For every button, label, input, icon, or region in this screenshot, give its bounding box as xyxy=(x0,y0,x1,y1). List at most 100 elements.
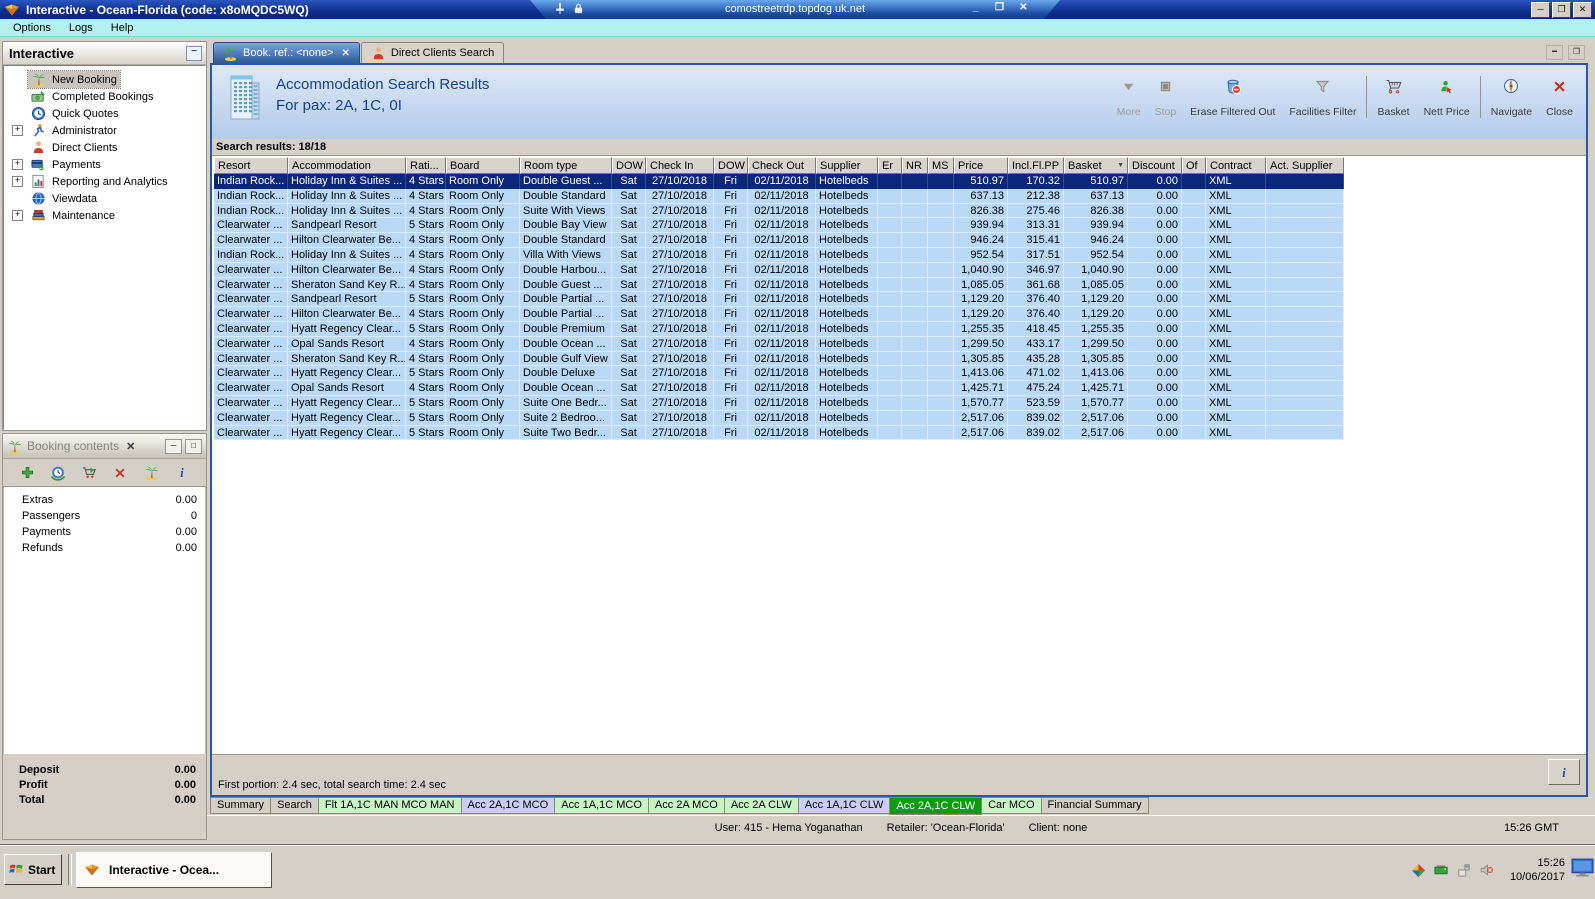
show-desktop-icon[interactable] xyxy=(1571,858,1594,877)
delete-button[interactable] xyxy=(111,464,129,482)
result-row[interactable]: Clearwater ... Hilton Clearwater Be... 4 S… xyxy=(214,262,1344,278)
close-button[interactable]: Close xyxy=(1539,73,1580,121)
sidebar-item-viewdata[interactable]: +Viewdata xyxy=(4,190,205,207)
bottom-tab-financial-summary[interactable]: Financial Summary xyxy=(1040,797,1149,814)
sidebar-collapse-button[interactable]: − xyxy=(186,45,202,61)
sidebar-item-payments[interactable]: + $ Payments xyxy=(4,156,205,173)
result-row[interactable]: Indian Rock... Holiday Inn & Suites ... 4 … xyxy=(214,174,1344,189)
navigate-button[interactable]: Navigate xyxy=(1484,73,1539,121)
column-header-of[interactable]: Of xyxy=(1182,157,1206,174)
column-header-ms[interactable]: MS xyxy=(928,157,954,174)
volume-muted-tray-icon[interactable] xyxy=(1479,863,1494,877)
tab-book-ref-none[interactable]: Book. ref.: <none> ✕ xyxy=(213,42,360,63)
sidebar-item-quick-quotes[interactable]: +Quick Quotes xyxy=(4,105,205,122)
bottom-tab-acc-2a-clw[interactable]: Acc 2A CLW xyxy=(723,797,799,814)
column-header-board[interactable]: Board xyxy=(446,157,520,174)
result-row[interactable]: Clearwater ... Hilton Clearwater Be... 4 S… xyxy=(214,307,1344,322)
tab-close-icon[interactable]: ✕ xyxy=(342,48,350,59)
bottom-tab-flt-1a-1c-man-mco-man[interactable]: Flt 1A,1C MAN MCO MAN xyxy=(317,797,462,814)
basket-button[interactable]: Basket xyxy=(1370,73,1416,121)
booking-contents-close-icon[interactable]: ✕ xyxy=(126,440,135,453)
column-header-act-supplier[interactable]: Act. Supplier xyxy=(1266,157,1344,174)
column-header-basket[interactable]: Basket ▼ xyxy=(1064,157,1128,174)
holiday-button[interactable] xyxy=(142,464,160,482)
bottom-tab-acc-2a-1c-clw[interactable]: Acc 2A,1C CLW xyxy=(889,797,983,815)
network-card-tray-icon[interactable] xyxy=(1434,864,1449,876)
column-header-discount[interactable]: Discount xyxy=(1128,157,1182,174)
result-row[interactable]: Indian Rock... Holiday Inn & Suites ... 4 … xyxy=(214,203,1344,219)
quote-button[interactable] xyxy=(49,464,67,482)
menu-item-logs[interactable]: Logs xyxy=(60,19,102,36)
column-header-contract[interactable]: Contract xyxy=(1206,157,1266,174)
window-minimize-button[interactable]: ─ xyxy=(1531,2,1550,18)
bottom-tab-acc-2a-mco[interactable]: Acc 2A MCO xyxy=(647,797,725,814)
nett-price-button[interactable]: Nett Price xyxy=(1417,73,1477,121)
expand-icon[interactable]: + xyxy=(12,176,23,187)
column-header-dow[interactable]: DOW xyxy=(612,157,646,174)
column-header-dow[interactable]: DOW xyxy=(714,157,748,174)
bottom-tab-acc-1a-1c-clw[interactable]: Acc 1A,1C CLW xyxy=(797,797,891,814)
expand-icon[interactable]: + xyxy=(12,125,23,136)
column-header-er[interactable]: Er xyxy=(878,157,902,174)
mdi-restore-button[interactable]: ❐ xyxy=(1568,45,1585,60)
sidebar-item-maintenance[interactable]: + Maintenance xyxy=(4,207,205,224)
result-row[interactable]: Clearwater ... Hyatt Regency Clear... 5 St… xyxy=(214,395,1344,411)
booking-contents-maximize-button[interactable]: □ xyxy=(185,438,202,454)
info-button[interactable]: i xyxy=(173,464,191,482)
taskbar-app-button[interactable]: Interactive - Ocea... xyxy=(76,852,272,888)
column-header-rati[interactable]: Rati... xyxy=(406,157,446,174)
tab-direct-clients-search[interactable]: Direct Clients Search xyxy=(360,42,505,63)
result-row[interactable]: Indian Rock... Holiday Inn & Suites ... 4 … xyxy=(214,247,1344,263)
result-row[interactable]: Clearwater ... Sandpearl Resort 5 Stars Roo… xyxy=(214,292,1344,308)
result-row[interactable]: Clearwater ... Sheraton Sand Key R... 4 St… xyxy=(214,277,1344,293)
result-row[interactable]: Clearwater ... Opal Sands Resort 4 Stars Ro… xyxy=(214,336,1344,352)
sidebar-item-direct-clients[interactable]: +Direct Clients xyxy=(4,139,205,156)
window-close-button[interactable]: ✕ xyxy=(1573,2,1592,18)
result-row[interactable]: Clearwater ... Hyatt Regency Clear... 5 St… xyxy=(214,425,1344,441)
result-row[interactable]: Clearwater ... Opal Sands Resort 4 Stars Ro… xyxy=(214,381,1344,396)
result-row[interactable]: Clearwater ... Hyatt Regency Clear... 5 St… xyxy=(214,410,1344,426)
rdp-close-button[interactable]: ✕ xyxy=(1017,2,1030,13)
usb-device-tray-icon[interactable] xyxy=(1457,863,1471,877)
window-restore-button[interactable]: ❐ xyxy=(1552,2,1571,18)
column-header-check-in[interactable]: Check In xyxy=(646,157,714,174)
bottom-tab-search[interactable]: Search xyxy=(270,797,319,814)
result-row[interactable]: Indian Rock... Holiday Inn & Suites ... 4 … xyxy=(214,188,1344,204)
bottom-tab-summary[interactable]: Summary xyxy=(210,797,272,814)
result-row[interactable]: Clearwater ... Hyatt Regency Clear... 5 St… xyxy=(214,321,1344,337)
column-header-resort[interactable]: Resort xyxy=(214,157,288,174)
booking-contents-minimize-button[interactable]: ─ xyxy=(165,438,182,454)
bottom-tab-acc-2a-1c-mco[interactable]: Acc 2A,1C MCO xyxy=(460,797,556,814)
result-row[interactable]: Clearwater ... Hilton Clearwater Be... 4 S… xyxy=(214,233,1344,248)
result-row[interactable]: Clearwater ... Sandpearl Resort 5 Stars Roo… xyxy=(214,218,1344,234)
menu-item-options[interactable]: Options xyxy=(4,19,60,36)
column-header-price[interactable]: Price xyxy=(954,157,1008,174)
expand-icon[interactable]: + xyxy=(12,159,23,170)
menu-item-help[interactable]: Help xyxy=(102,19,143,36)
result-row[interactable]: Clearwater ... Sheraton Sand Key R... 4 St… xyxy=(214,351,1344,367)
sidebar-item-reporting-and-analytics[interactable]: + Reporting and Analytics xyxy=(4,173,205,190)
move-to-basket-button[interactable] xyxy=(80,464,98,482)
bottom-tab-car-mco[interactable]: Car MCO xyxy=(981,797,1042,814)
column-header-incl-fl-pp[interactable]: Incl.Fl.PP xyxy=(1008,157,1064,174)
sidebar-item-completed-bookings[interactable]: +Completed Bookings xyxy=(4,88,205,105)
bottom-tab-acc-1a-1c-mco[interactable]: Acc 1A,1C MCO xyxy=(554,797,649,814)
mdi-minimize-button[interactable]: ━ xyxy=(1546,45,1563,60)
column-header-room-type[interactable]: Room type xyxy=(520,157,612,174)
erase-filtered-out-button[interactable]: Erase Filtered Out xyxy=(1183,73,1282,121)
facilities-filter-button[interactable]: Facilities Filter xyxy=(1282,73,1363,121)
sidebar-item-new-booking[interactable]: +New Booking xyxy=(4,70,205,89)
add-button[interactable] xyxy=(18,464,36,482)
column-header-supplier[interactable]: Supplier xyxy=(816,157,878,174)
info-button[interactable]: i xyxy=(1548,759,1580,785)
expand-icon[interactable]: + xyxy=(12,210,23,221)
rdp-minimize-button[interactable]: _ xyxy=(969,2,982,13)
start-button[interactable]: Start xyxy=(4,854,62,885)
rdp-restore-button[interactable]: ❐ xyxy=(993,2,1006,13)
column-header-accommodation[interactable]: Accommodation xyxy=(288,157,406,174)
antivirus-tray-icon[interactable] xyxy=(1411,863,1426,878)
sidebar-item-administrator[interactable]: + Administrator xyxy=(4,122,205,139)
result-row[interactable]: Clearwater ... Hyatt Regency Clear... 5 St… xyxy=(214,366,1344,382)
column-header-check-out[interactable]: Check Out xyxy=(748,157,816,174)
column-header-nr[interactable]: NR xyxy=(902,157,928,174)
